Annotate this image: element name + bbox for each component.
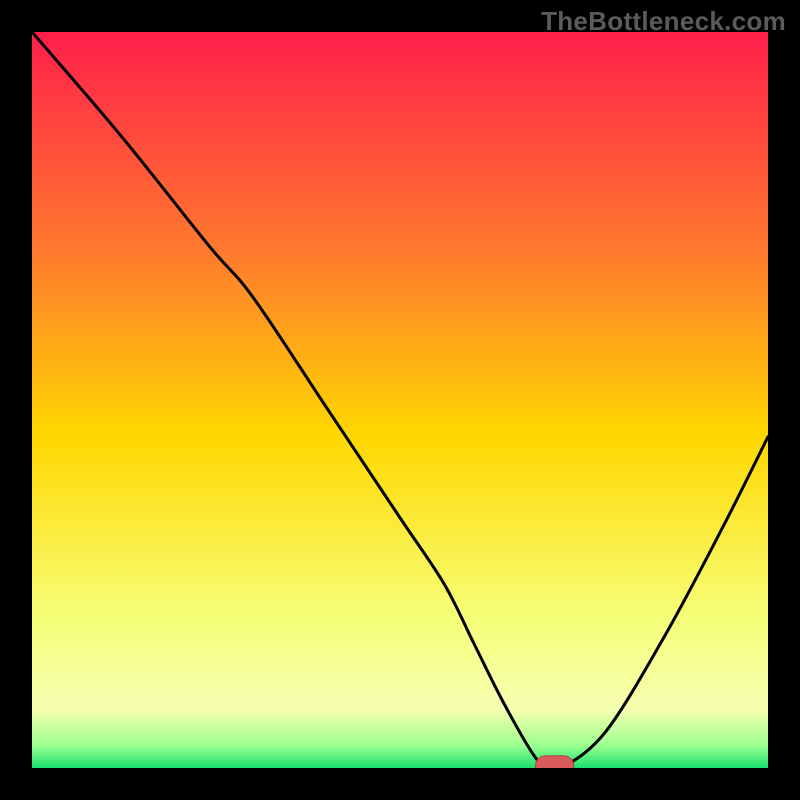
heat-background xyxy=(32,32,768,768)
chart-container: TheBottleneck.com xyxy=(0,0,800,800)
plot-area xyxy=(32,32,768,768)
chart-svg xyxy=(32,32,768,768)
sweet-spot-marker xyxy=(535,756,573,768)
